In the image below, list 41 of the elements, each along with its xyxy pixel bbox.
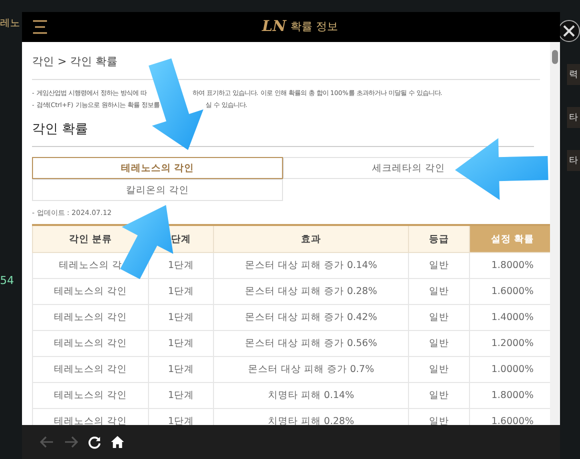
close-button[interactable] (558, 20, 580, 42)
menu-button[interactable] (30, 18, 50, 36)
table-cell: 테레노스의 각인 (32, 330, 148, 356)
table-cell: 치명타 피해 0.14% (214, 382, 408, 408)
forward-arrow-icon (64, 436, 78, 448)
table-cell: 몬스터 대상 피해 증가 0.7% (214, 356, 408, 382)
table-cell: 일반 (408, 278, 470, 304)
table-cell: 일반 (408, 330, 470, 356)
table-cell: 몬스터 대상 피해 증가 0.28% (214, 278, 408, 304)
table-cell: 1단계 (148, 330, 214, 356)
refresh-button[interactable] (86, 434, 103, 450)
home-icon (111, 436, 124, 448)
refresh-icon (88, 436, 101, 448)
table-cell: 일반 (408, 304, 470, 330)
table-cell: 테레노스의 각인 (32, 304, 148, 330)
background-text: 레노 (0, 17, 20, 30)
background-text: 54 (0, 274, 14, 287)
table-cell: 몬스터 대상 피해 증가 0.42% (214, 304, 408, 330)
table-cell: 일반 (408, 382, 470, 408)
menu-icon (32, 20, 48, 34)
table-cell: 테레노스의 각인 (32, 382, 148, 408)
table-cell: 1단계 (148, 278, 214, 304)
table-cell: 1단계 (148, 304, 214, 330)
logo: LN (262, 17, 286, 35)
scrollbar[interactable] (550, 42, 560, 425)
table-cell: 1단계 (148, 382, 214, 408)
table-cell: 일반 (408, 356, 470, 382)
table-cell: 몬스터 대상 피해 증가 0.56% (214, 330, 408, 356)
table-cell: 몬스터 대상 피해 증가 0.14% (214, 252, 408, 278)
column-header: 등급 (408, 225, 470, 252)
tab[interactable]: 테레노스의 각인 (32, 157, 283, 179)
table-cell: 일반 (408, 252, 470, 278)
table-cell: 테레노스의 각인 (32, 278, 148, 304)
table-cell: 테레노스의 각인 (32, 356, 148, 382)
tab[interactable]: 칼리온의 각인 (32, 179, 283, 201)
close-icon (561, 23, 577, 39)
back-arrow-icon (40, 436, 54, 448)
home-button[interactable] (109, 434, 126, 450)
column-header: 효과 (214, 225, 408, 252)
window-title: 확률 정보 (290, 18, 338, 34)
table-cell: 1단계 (148, 356, 214, 382)
